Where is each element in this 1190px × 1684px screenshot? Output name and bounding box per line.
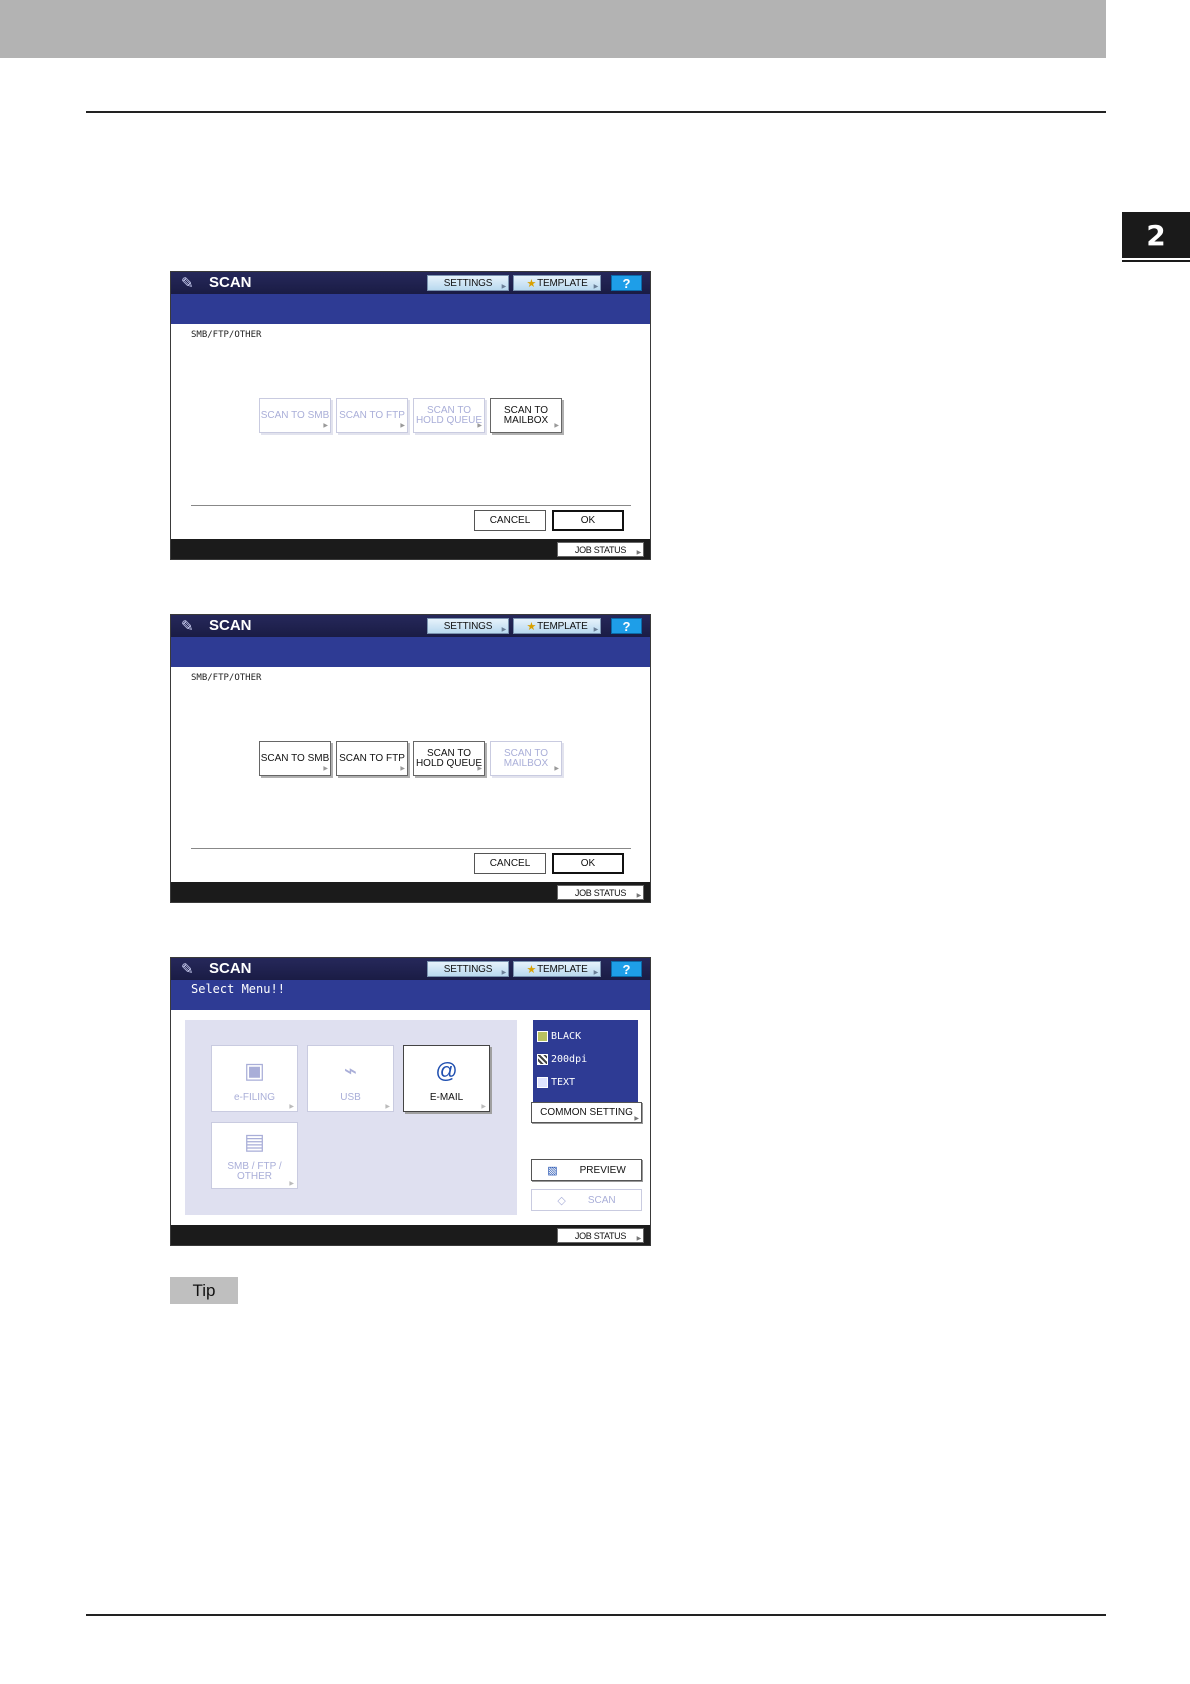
smb-ftp-icon: ▤ xyxy=(244,1129,265,1154)
start-icon: ◇ xyxy=(557,1194,566,1207)
scan-to-smb-button[interactable]: SCAN TO SMB ▶ xyxy=(259,398,331,433)
scan-icon: ✎ xyxy=(181,961,194,978)
e-filing-button[interactable]: ▣ e-FILING ▶ xyxy=(211,1045,298,1112)
footer-bar: JOB STATUS ▶ xyxy=(171,882,650,902)
resolution-setting: 200dpi xyxy=(537,1054,587,1065)
original-mode-setting: TEXT xyxy=(537,1077,575,1088)
scan-screen-3: ✎ SCAN SETTINGS ▶ ★ TEMPLATE ▶ ? Select Men… xyxy=(170,957,651,1246)
titlebar: ✎ SCAN SETTINGS ▶ ★ TEMPLATE ▶ ? xyxy=(171,272,650,294)
chapter-tab-underline xyxy=(1122,260,1190,262)
titlebar: ✎ SCAN SETTINGS ▶ ★ TEMPLATE ▶ ? xyxy=(171,615,650,637)
cancel-button[interactable]: CANCEL xyxy=(474,510,546,531)
screen-title: SCAN xyxy=(209,274,252,291)
divider xyxy=(191,505,631,506)
scan-to-mailbox-button[interactable]: SCAN TO MAILBOX ▶ xyxy=(490,398,562,433)
settings-button[interactable]: SETTINGS ▶ xyxy=(427,275,509,291)
settings-button[interactable]: SETTINGS ▶ xyxy=(427,618,509,634)
titlebar: ✎ SCAN SETTINGS ▶ ★ TEMPLATE ▶ ? xyxy=(171,958,650,980)
chapter-tab: 2 xyxy=(1122,212,1190,258)
scan-to-ftp-button[interactable]: SCAN TO FTP ▶ xyxy=(336,398,408,433)
message-band: Select Menu!! xyxy=(171,980,650,1010)
message-band xyxy=(171,637,650,667)
breadcrumb: SMB/FTP/OTHER xyxy=(191,330,262,340)
scan-button[interactable]: ◇ SCAN xyxy=(531,1189,642,1211)
footer-bar: JOB STATUS ▶ xyxy=(171,539,650,559)
email-icon: @ xyxy=(435,1058,458,1083)
job-status-button[interactable]: JOB STATUS ▶ xyxy=(557,542,644,557)
settings-summary: BLACK 200dpi TEXT xyxy=(533,1020,638,1102)
help-button[interactable]: ? xyxy=(611,275,642,291)
tip-label: Tip xyxy=(170,1277,238,1304)
settings-button[interactable]: SETTINGS ▶ xyxy=(427,961,509,977)
scan-to-smb-button[interactable]: SCAN TO SMB ▶ xyxy=(259,741,331,776)
preview-button[interactable]: ▧ PREVIEW xyxy=(531,1159,642,1181)
color-mode-setting: BLACK xyxy=(537,1031,581,1042)
header-band xyxy=(0,0,1106,58)
message-band xyxy=(171,294,650,324)
job-status-button[interactable]: JOB STATUS ▶ xyxy=(557,1228,644,1243)
preview-icon: ▧ xyxy=(547,1164,558,1177)
ok-button[interactable]: OK xyxy=(552,510,624,531)
common-setting-button[interactable]: COMMON SETTING ▶ xyxy=(531,1102,642,1123)
star-icon: ★ xyxy=(526,277,537,290)
scan-to-hold-queue-button[interactable]: SCAN TO HOLD QUEUE ▶ xyxy=(413,741,485,776)
help-button[interactable]: ? xyxy=(611,961,642,977)
header-rule xyxy=(86,111,1106,113)
footer-rule xyxy=(86,1614,1106,1616)
function-menu-panel: ▣ e-FILING ▶ ⌁ USB ▶ @ E-MAIL ▶ ▤ SMB / FTP… xyxy=(185,1020,517,1215)
scan-icon: ✎ xyxy=(181,618,194,635)
scan-to-ftp-button[interactable]: SCAN TO FTP ▶ xyxy=(336,741,408,776)
footer-bar: JOB STATUS ▶ xyxy=(171,1225,650,1245)
scan-icon: ✎ xyxy=(181,275,194,292)
scan-screen-1: ✎ SCAN SETTINGS ▶ ★ TEMPLATE ▶ ? SMB/FTP/OT… xyxy=(170,271,651,560)
color-mode-icon xyxy=(537,1031,548,1042)
scan-screen-2: ✎ SCAN SETTINGS ▶ ★ TEMPLATE ▶ ? SMB/FTP/OT… xyxy=(170,614,651,903)
breadcrumb: SMB/FTP/OTHER xyxy=(191,673,262,683)
ok-button[interactable]: OK xyxy=(552,853,624,874)
template-button[interactable]: ★ TEMPLATE ▶ xyxy=(513,961,601,977)
screen-title: SCAN xyxy=(209,617,252,634)
screen-title: SCAN xyxy=(209,960,252,977)
cancel-button[interactable]: CANCEL xyxy=(474,853,546,874)
scan-to-mailbox-button[interactable]: SCAN TO MAILBOX ▶ xyxy=(490,741,562,776)
smb-ftp-other-button[interactable]: ▤ SMB / FTP / OTHER ▶ xyxy=(211,1122,298,1189)
star-icon: ★ xyxy=(526,963,537,976)
template-button[interactable]: ★ TEMPLATE ▶ xyxy=(513,618,601,634)
scan-to-hold-queue-button[interactable]: SCAN TO HOLD QUEUE ▶ xyxy=(413,398,485,433)
divider xyxy=(191,848,631,849)
text-mode-icon xyxy=(537,1077,548,1088)
template-button[interactable]: ★ TEMPLATE ▶ xyxy=(513,275,601,291)
resolution-icon xyxy=(537,1054,548,1065)
e-filing-icon: ▣ xyxy=(244,1058,265,1083)
star-icon: ★ xyxy=(526,620,537,633)
usb-button[interactable]: ⌁ USB ▶ xyxy=(307,1045,394,1112)
select-menu-message: Select Menu!! xyxy=(191,982,285,996)
e-mail-button[interactable]: @ E-MAIL ▶ xyxy=(403,1045,490,1112)
usb-icon: ⌁ xyxy=(343,1058,358,1083)
job-status-button[interactable]: JOB STATUS ▶ xyxy=(557,885,644,900)
help-button[interactable]: ? xyxy=(611,618,642,634)
